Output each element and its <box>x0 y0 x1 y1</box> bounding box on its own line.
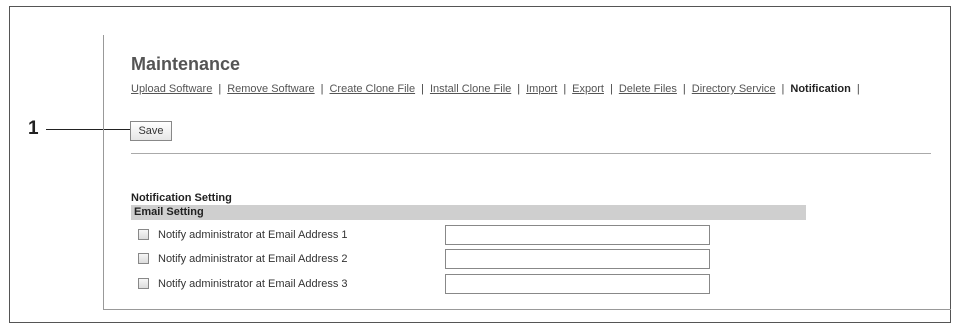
notify-email-3-checkbox[interactable] <box>138 278 149 289</box>
notify-email-2-label: Notify administrator at Email Address 2 <box>158 253 348 265</box>
callout-number: 1 <box>28 118 39 139</box>
divider <box>131 153 931 154</box>
notify-email-2-checkbox[interactable] <box>138 253 149 264</box>
nav-link-directory-service[interactable]: Directory Service <box>692 83 776 95</box>
nav-separator: | <box>517 83 521 95</box>
nav-link-upload-software[interactable]: Upload Software <box>131 83 212 95</box>
nav-item-notification-current: Notification <box>790 83 851 95</box>
nav-separator: | <box>682 83 686 95</box>
nav-separator: | <box>609 83 613 95</box>
email-address-3-row: Notify administrator at Email Address 3 <box>138 274 718 294</box>
notify-email-1-label: Notify administrator at Email Address 1 <box>158 229 348 241</box>
email-address-2-row: Notify administrator at Email Address 2 <box>138 249 718 269</box>
nav-link-create-clone-file[interactable]: Create Clone File <box>329 83 415 95</box>
email-address-1-row: Notify administrator at Email Address 1 <box>138 225 718 245</box>
notify-email-1-checkbox[interactable] <box>138 229 149 240</box>
email-address-3-input[interactable] <box>445 274 710 294</box>
nav-link-install-clone-file[interactable]: Install Clone File <box>430 83 511 95</box>
nav-separator: | <box>218 83 222 95</box>
nav-separator: | <box>421 83 424 95</box>
nav-link-import[interactable]: Import <box>526 83 557 95</box>
nav-link-delete-files[interactable]: Delete Files <box>619 83 677 95</box>
nav-link-remove-software[interactable]: Remove Software <box>227 83 314 95</box>
save-button[interactable]: Save <box>130 121 172 141</box>
notify-email-3-label: Notify administrator at Email Address 3 <box>158 278 348 290</box>
nav-separator: | <box>781 83 785 95</box>
maintenance-submenu: Upload Software | Remove Software | Create C… <box>131 82 866 96</box>
nav-separator: | <box>856 83 860 95</box>
email-address-1-input[interactable] <box>445 225 710 245</box>
nav-link-export[interactable]: Export <box>572 83 604 95</box>
page-title: Maintenance <box>131 54 241 74</box>
email-setting-header: Email Setting <box>131 205 806 220</box>
email-address-2-input[interactable] <box>445 249 710 269</box>
notification-setting-heading: Notification Setting <box>131 192 232 204</box>
nav-separator: | <box>563 83 567 95</box>
nav-separator: | <box>320 83 324 95</box>
